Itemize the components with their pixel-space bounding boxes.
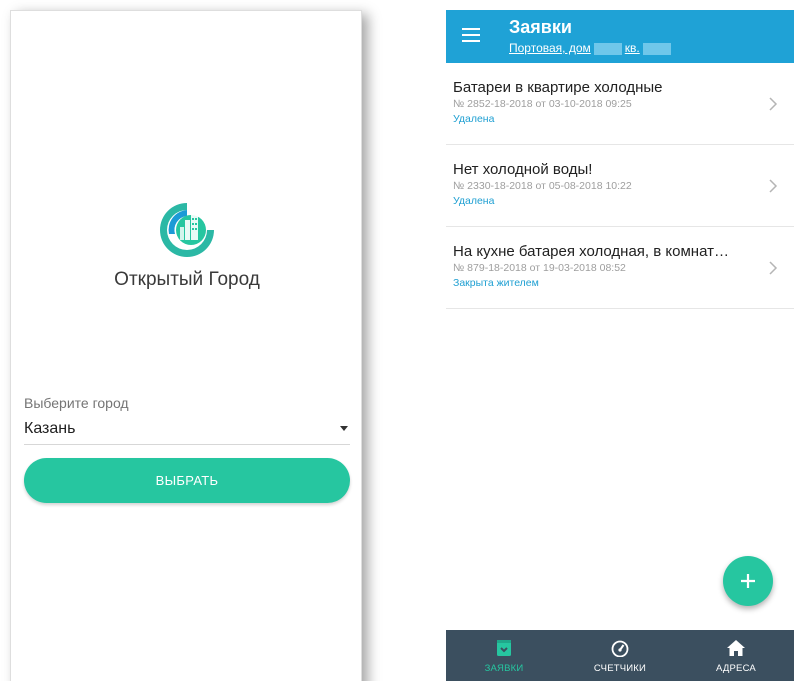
request-title: Батареи в квартире холодные [453,79,663,96]
city-select-screen: Открытый Город Выберите город Казань ВЫБ… [10,10,362,681]
list-item[interactable]: Батареи в квартире холодные № 2852-18-20… [446,63,794,145]
inbox-icon [497,640,511,656]
city-field-label: Выберите город [24,395,129,411]
bottom-navigation: ЗАЯВКИ СЧЕТЧИКИ АДРЕСА [446,630,794,681]
nav-item-meters[interactable]: СЧЕТЧИКИ [562,630,678,681]
nav-item-requests[interactable]: ЗАЯВКИ [446,630,562,681]
redacted-apartment-number [642,42,671,55]
dropdown-caret-icon [340,426,348,431]
home-icon [727,640,745,656]
request-meta: № 2330-18-2018 от 05-08-2018 10:22 [453,180,632,192]
request-meta: № 879-18-2018 от 19-03-2018 08:52 [453,262,626,274]
requests-screen: Заявки Портовая, дом кв. Батареи в кварти… [446,10,794,681]
nav-label-meters: СЧЕТЧИКИ [593,663,647,674]
city-dropdown-value: Казань [24,419,76,437]
app-header: Заявки Портовая, дом кв. [446,10,794,63]
redacted-house-number [593,42,622,55]
request-title: Нет холодной воды! [453,161,593,178]
list-item[interactable]: На кухне батарея холодная, в комнат… № 8… [446,227,794,309]
request-status: Удалена [453,195,495,207]
app-name: Открытый Город [114,269,260,290]
choose-city-button[interactable]: ВЫБРАТЬ [24,458,350,503]
request-status: Удалена [453,113,495,125]
chevron-right-icon [769,97,778,111]
logo-container [11,196,363,265]
city-logo-icon [160,203,214,257]
nav-label-requests: ЗАЯВКИ [484,663,524,674]
list-item[interactable]: Нет холодной воды! № 2330-18-2018 от 05-… [446,145,794,227]
nav-item-addresses[interactable]: АДРЕСА [678,630,794,681]
address-apartment-label: кв. [624,41,640,55]
chevron-right-icon [769,179,778,193]
speedometer-icon [611,640,629,657]
page-title: Заявки [509,17,572,37]
menu-icon[interactable] [462,28,480,42]
city-dropdown[interactable]: Казань [24,413,350,445]
request-meta: № 2852-18-2018 от 03-10-2018 09:25 [453,98,632,110]
request-status: Закрыта жителем [453,277,539,289]
address-street: Портовая, дом [509,41,591,55]
request-list: Батареи в квартире холодные № 2852-18-20… [446,63,794,309]
add-request-button[interactable] [723,556,773,606]
plus-icon [741,574,755,588]
chevron-right-icon [769,261,778,275]
request-title: На кухне батарея холодная, в комнат… [453,243,729,260]
nav-label-addresses: АДРЕСА [716,663,756,674]
address-selector[interactable]: Портовая, дом кв. [509,41,674,55]
